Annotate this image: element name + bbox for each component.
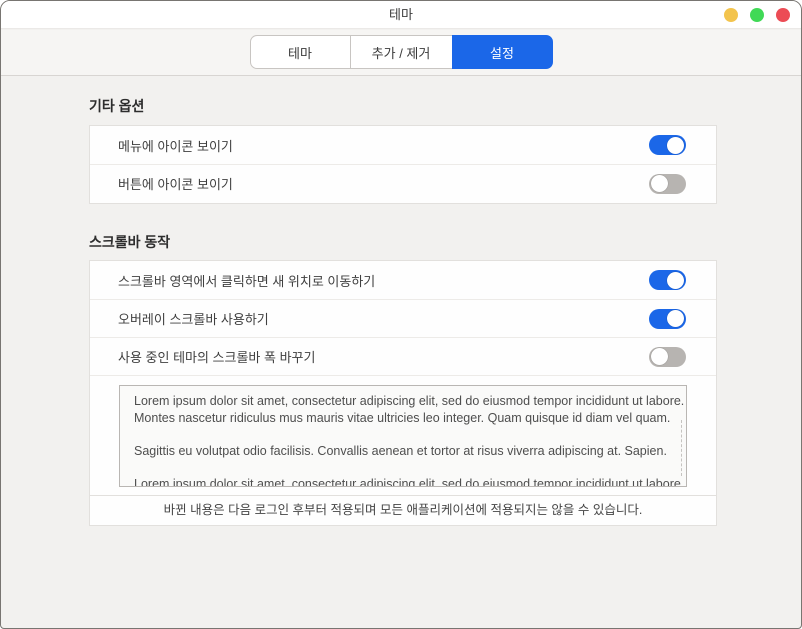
settings-row-scrollbar-width: 사용 중인 테마의 스크롤바 폭 바꾸기 (90, 337, 716, 375)
window-maximize-button[interactable] (750, 8, 764, 22)
section-heading-scrollbar-behavior: 스크롤바 동작 (89, 233, 170, 251)
titlebar[interactable]: 테마 (1, 1, 801, 29)
row-label: 오버레이 스크롤바 사용하기 (118, 309, 269, 328)
row-label: 스크롤바 영역에서 클릭하면 새 위치로 이동하기 (118, 271, 375, 290)
toggle-scrollbar-width[interactable] (649, 347, 686, 367)
settings-row-menu-icons: 메뉴에 아이콘 보이기 (90, 126, 716, 164)
preview-text-line (134, 426, 686, 443)
row-label: 버튼에 아이콘 보이기 (118, 174, 233, 193)
window-controls (724, 8, 790, 22)
tab-segmented-control: 테마 추가 / 제거 설정 (250, 35, 553, 69)
preview-text-line: Montes nascetur ridiculus mus mauris vit… (134, 410, 686, 427)
settings-row-button-icons: 버튼에 아이콘 보이기 (90, 164, 716, 202)
toggle-jump-to-position[interactable] (649, 270, 686, 290)
toggle-button-icons[interactable] (649, 174, 686, 194)
toggle-knob (651, 348, 668, 365)
theme-settings-window: 테마 테마 추가 / 제거 설정 기타 옵션 메뉴에 아이콘 보이기 버튼에 아… (0, 0, 802, 629)
toggle-overlay-scrollbar[interactable] (649, 309, 686, 329)
preview-text-line (134, 459, 686, 476)
preview-text-line: Lorem ipsum dolor sit amet, consectetur … (134, 393, 686, 410)
toggle-knob (667, 310, 684, 327)
tab-theme[interactable]: 테마 (250, 35, 351, 69)
settings-row-overlay-scrollbar: 오버레이 스크롤바 사용하기 (90, 299, 716, 337)
scrollbar-preview-textview[interactable]: Lorem ipsum dolor sit amet, consectetur … (119, 385, 687, 487)
scrollbar-preview-area: Lorem ipsum dolor sit amet, consectetur … (90, 375, 716, 492)
section-heading-other-options: 기타 옵션 (89, 97, 144, 115)
settings-row-jump-to-position: 스크롤바 영역에서 클릭하면 새 위치로 이동하기 (90, 261, 716, 299)
toggle-knob (651, 175, 668, 192)
row-label: 메뉴에 아이콘 보이기 (118, 136, 233, 155)
overlay-scrollbar-indicator[interactable] (681, 420, 682, 476)
footer-note: 바뀐 내용은 다음 로그인 후부터 적용되며 모든 애플리케이션에 적용되지는 … (89, 495, 717, 526)
toggle-knob (667, 272, 684, 289)
row-label: 사용 중인 테마의 스크롤바 폭 바꾸기 (118, 347, 315, 366)
window-close-button[interactable] (776, 8, 790, 22)
tab-add-remove[interactable]: 추가 / 제거 (351, 35, 452, 69)
tab-bar: 테마 추가 / 제거 설정 (1, 30, 801, 76)
window-minimize-button[interactable] (724, 8, 738, 22)
window-title: 테마 (1, 1, 801, 29)
card-other-options: 메뉴에 아이콘 보이기 버튼에 아이콘 보이기 (89, 125, 717, 204)
preview-text-line: Lorem ipsum dolor sit amet, consectetur … (134, 476, 686, 488)
toggle-menu-icons[interactable] (649, 135, 686, 155)
toggle-knob (667, 137, 684, 154)
card-scrollbar-behavior: 스크롤바 영역에서 클릭하면 새 위치로 이동하기 오버레이 스크롤바 사용하기… (89, 260, 717, 496)
tab-settings[interactable]: 설정 (452, 35, 553, 69)
preview-text-line: Sagittis eu volutpat odio facilisis. Con… (134, 443, 686, 460)
